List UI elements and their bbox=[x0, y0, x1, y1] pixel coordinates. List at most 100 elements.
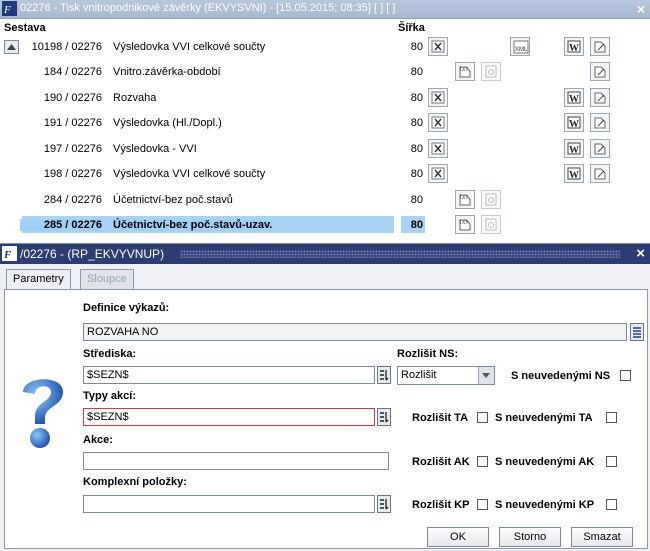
parameters-dialog: F /02276 - (RP_EKVYVNUP) × Parametry Slo… bbox=[0, 243, 650, 551]
print-preview-button[interactable] bbox=[481, 190, 501, 209]
svg-text:XML: XML bbox=[515, 47, 528, 53]
s-neuvedenymi-kp-checkbox[interactable] bbox=[606, 499, 617, 510]
word-export-button[interactable]: W bbox=[564, 37, 584, 56]
smazat-button[interactable]: Smazat bbox=[571, 527, 633, 547]
strediska-input[interactable]: $SEZN$ bbox=[83, 366, 375, 384]
s-neuvedenymi-ta-checkbox[interactable] bbox=[606, 412, 617, 423]
table-row[interactable]: 197 / 02276 Výsledovka - VVI 80 W bbox=[0, 138, 650, 162]
background-window-title: 02276 - Tisk vnitropodnikové závěrky (EK… bbox=[20, 2, 396, 14]
edit-button[interactable] bbox=[590, 113, 610, 132]
svg-text:W: W bbox=[569, 94, 579, 104]
edit-document-icon bbox=[594, 143, 606, 155]
app-logo-icon: F bbox=[2, 246, 17, 261]
komplexni-label: Komplexní položky: bbox=[83, 476, 187, 488]
akce-input[interactable] bbox=[83, 452, 389, 470]
parameters-panel: Definice výkazů: ROZVAHA NO Střediska: $… bbox=[4, 289, 648, 549]
svg-text:W: W bbox=[569, 145, 579, 155]
s-neuvedenymi-ns-checkbox[interactable] bbox=[620, 370, 631, 381]
excel-export-button[interactable] bbox=[428, 88, 448, 107]
table-row[interactable]: 190 / 02276 Rozvaha 80 W bbox=[0, 87, 650, 111]
edit-button[interactable] bbox=[590, 139, 610, 158]
edit-document-icon bbox=[594, 92, 606, 104]
edit-button[interactable] bbox=[590, 88, 610, 107]
typy-akci-picker-button[interactable] bbox=[377, 408, 391, 426]
definice-list-button[interactable] bbox=[630, 323, 644, 341]
excel-export-button[interactable] bbox=[428, 37, 448, 56]
tab-sloupce[interactable]: Sloupce bbox=[80, 269, 134, 289]
rozlisit-ns-select[interactable]: Rozlišit bbox=[397, 366, 495, 385]
s-neuvedenymi-kp-label: S neuvedenými KP bbox=[495, 499, 595, 511]
app-logo-icon: F bbox=[2, 1, 17, 16]
edit-button[interactable] bbox=[590, 164, 610, 183]
rozlisit-ta-label: Rozlišit TA bbox=[412, 412, 469, 424]
s-neuvedenymi-ta-label: S neuvedenými TA bbox=[495, 412, 593, 424]
edit-button[interactable] bbox=[590, 62, 610, 81]
word-export-button[interactable]: W bbox=[564, 88, 584, 107]
picker-icon bbox=[380, 370, 389, 381]
akce-label: Akce: bbox=[83, 434, 113, 446]
help-question-icon bbox=[23, 379, 63, 448]
strediska-picker-button[interactable] bbox=[377, 366, 391, 384]
print-preview-button[interactable] bbox=[481, 62, 501, 81]
svg-text:TXT: TXT bbox=[459, 67, 468, 73]
text-export-button[interactable]: TXT bbox=[455, 62, 475, 81]
dialog-title: /02276 - (RP_EKVYVNUP) bbox=[20, 247, 165, 261]
excel-icon bbox=[431, 40, 445, 53]
svg-text:TXT: TXT bbox=[459, 220, 468, 226]
preview-icon bbox=[485, 218, 497, 231]
tab-parametry[interactable]: Parametry bbox=[6, 269, 71, 289]
table-row[interactable]: 284 / 02276 Účetnictví-bez poč.stavů 80 … bbox=[0, 189, 650, 213]
word-export-button[interactable]: W bbox=[564, 139, 584, 158]
s-neuvedenymi-ak-checkbox[interactable] bbox=[606, 456, 617, 467]
excel-export-button[interactable] bbox=[428, 139, 448, 158]
list-icon bbox=[633, 327, 641, 338]
table-row[interactable]: 191 / 02276 Výsledovka (Hl./Dopl.) 80 W bbox=[0, 112, 650, 136]
chevron-down-icon bbox=[482, 373, 490, 378]
storno-button[interactable]: Storno bbox=[499, 527, 561, 547]
excel-export-button[interactable] bbox=[428, 164, 448, 183]
edit-document-icon bbox=[594, 41, 606, 53]
rozlisit-ta-checkbox[interactable] bbox=[477, 412, 488, 423]
word-export-button[interactable]: W bbox=[564, 164, 584, 183]
xml-export-button[interactable]: XML bbox=[510, 37, 530, 56]
table-row[interactable]: 10198 / 02276 Výsledovka VVI celkové sou… bbox=[0, 36, 650, 60]
edit-document-icon bbox=[594, 168, 606, 180]
komplexni-picker-button[interactable] bbox=[377, 495, 391, 513]
background-window-titlebar[interactable]: F 02276 - Tisk vnitropodnikové závěrky (… bbox=[0, 0, 650, 19]
dialog-titlebar[interactable]: F /02276 - (RP_EKVYVNUP) × bbox=[0, 244, 650, 264]
text-export-button[interactable]: TXT bbox=[455, 190, 475, 209]
table-row[interactable]: 198 / 02276 Výsledovka VVI celkové součt… bbox=[0, 163, 650, 187]
text-export-button[interactable]: TXT bbox=[455, 215, 475, 234]
excel-export-button[interactable] bbox=[428, 113, 448, 132]
rozlisit-kp-checkbox[interactable] bbox=[477, 499, 488, 510]
komplexni-input[interactable] bbox=[83, 495, 375, 513]
strediska-label: Střediska: bbox=[83, 348, 137, 360]
ok-button[interactable]: OK bbox=[427, 527, 489, 547]
typy-akci-input[interactable]: $SEZN$ bbox=[83, 408, 375, 426]
svg-text:W: W bbox=[569, 170, 579, 180]
column-header-report: Sestava bbox=[4, 22, 46, 34]
rozlisit-ns-label: Rozlišit NS: bbox=[397, 348, 459, 360]
column-header-width: Šířka bbox=[398, 22, 425, 34]
excel-icon bbox=[431, 91, 445, 104]
close-icon[interactable]: × bbox=[636, 245, 645, 262]
table-row[interactable]: 184 / 02276 Vnitro.závěrka-období 80 TXT bbox=[0, 61, 650, 85]
edit-button[interactable] bbox=[590, 37, 610, 56]
svg-text:F: F bbox=[3, 4, 11, 16]
excel-icon bbox=[431, 116, 445, 129]
typy-akci-label: Typy akcí: bbox=[83, 390, 136, 402]
svg-text:W: W bbox=[569, 43, 579, 53]
definice-input[interactable]: ROZVAHA NO bbox=[83, 323, 627, 341]
picker-icon bbox=[380, 412, 389, 423]
edit-document-icon bbox=[594, 66, 606, 78]
table-row-selected[interactable]: 285 / 02276 Účetnictví-bez poč.stavů-uza… bbox=[0, 214, 650, 238]
word-export-button[interactable]: W bbox=[564, 113, 584, 132]
s-neuvedenymi-ak-label: S neuvedenými AK bbox=[495, 456, 595, 468]
close-icon[interactable]: × bbox=[637, 1, 645, 17]
titlebar-grip bbox=[180, 250, 620, 258]
rozlisit-ak-checkbox[interactable] bbox=[477, 456, 488, 467]
excel-icon bbox=[431, 167, 445, 180]
print-preview-button[interactable] bbox=[481, 215, 501, 234]
svg-text:F: F bbox=[3, 249, 12, 261]
text-document-icon: TXT bbox=[459, 219, 471, 231]
